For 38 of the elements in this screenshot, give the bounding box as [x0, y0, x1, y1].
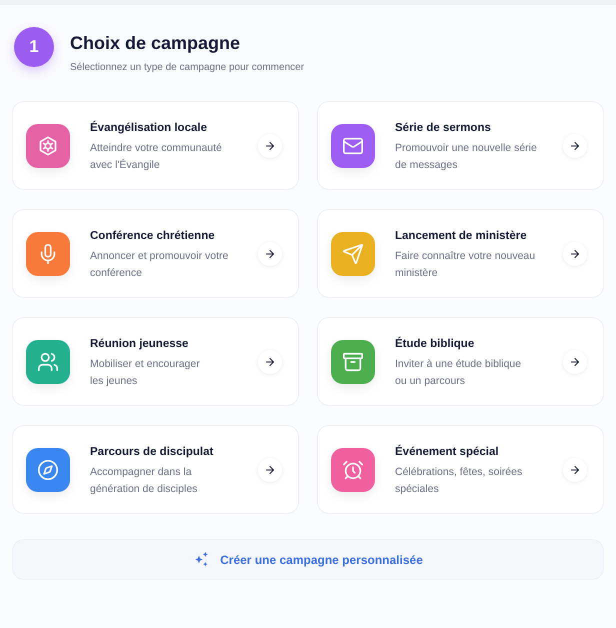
card-description: Annoncer et promouvoir votre conférence	[90, 248, 230, 280]
campaign-type-card[interactable]: Évangélisation locale Atteindre votre communauté avec l'Évangile	[12, 101, 299, 190]
arrow-right-icon[interactable]	[258, 458, 282, 482]
arrow-right-icon[interactable]	[258, 134, 282, 158]
card-title: Événement spécial	[395, 444, 500, 460]
page-subtitle: Sélectionnez un type de campagne pour commencer	[70, 61, 304, 75]
card-title: Conférence chrétienne	[90, 228, 216, 244]
card-description: Atteindre votre communauté avec l'Évangile	[90, 140, 223, 172]
card-description: Accompagner dans la génération de disciples	[90, 464, 198, 496]
card-description: Inviter à une étude biblique ou un parcours	[395, 356, 522, 388]
card-title: Évangélisation locale	[90, 120, 208, 136]
campaign-type-card[interactable]: Lancement de ministère Faire connaître votre nouveau ministère	[317, 209, 604, 298]
arrow-right-icon[interactable]	[563, 134, 587, 158]
card-title: Parcours de discipulat	[90, 444, 214, 460]
arrow-right-icon[interactable]	[563, 458, 587, 482]
card-title: Lancement de ministère	[395, 228, 528, 244]
card-description: Célébrations, fêtes, soirées spéciales	[395, 464, 524, 496]
card-title: Étude biblique	[395, 336, 476, 352]
sparkles-icon	[193, 551, 210, 568]
campaign-type-card[interactable]: Événement spécial Célébrations, fêtes, soirées spéciales	[317, 425, 604, 514]
campaign-type-card[interactable]: Parcours de discipulat Accompagner dans la génération de disciples	[12, 425, 299, 514]
card-title: Réunion jeunesse	[90, 336, 190, 352]
step-number-badge: 1	[14, 27, 54, 67]
arrow-right-icon[interactable]	[258, 350, 282, 374]
campaign-type-card[interactable]: Réunion jeunesse Mobiliser et encourager les jeunes	[12, 317, 299, 406]
arrow-right-icon[interactable]	[563, 350, 587, 374]
button-label: Créer une campagne personnalisée	[220, 552, 423, 568]
card-description: Faire connaître votre nouveau ministère	[395, 248, 536, 280]
arrow-right-icon[interactable]	[258, 242, 282, 266]
arrow-right-icon[interactable]	[563, 242, 587, 266]
card-title: Série de sermons	[395, 120, 492, 136]
campaign-type-card[interactable]: Série de sermons Promouvoir une nouvelle série de messages	[317, 101, 604, 190]
campaign-type-card[interactable]: Conférence chrétienne Annoncer et promouvoir votre conférence	[12, 209, 299, 298]
card-description: Mobiliser et encourager les jeunes	[90, 356, 201, 388]
create-custom-campaign-button[interactable]: Créer une campagne personnalisée	[12, 539, 604, 580]
card-description: Promouvoir une nouvelle série de messages	[395, 140, 538, 172]
campaign-type-card[interactable]: Étude biblique Inviter à une étude biblique ou un parcours	[317, 317, 604, 406]
page-title: Choix de campagne	[70, 32, 242, 54]
